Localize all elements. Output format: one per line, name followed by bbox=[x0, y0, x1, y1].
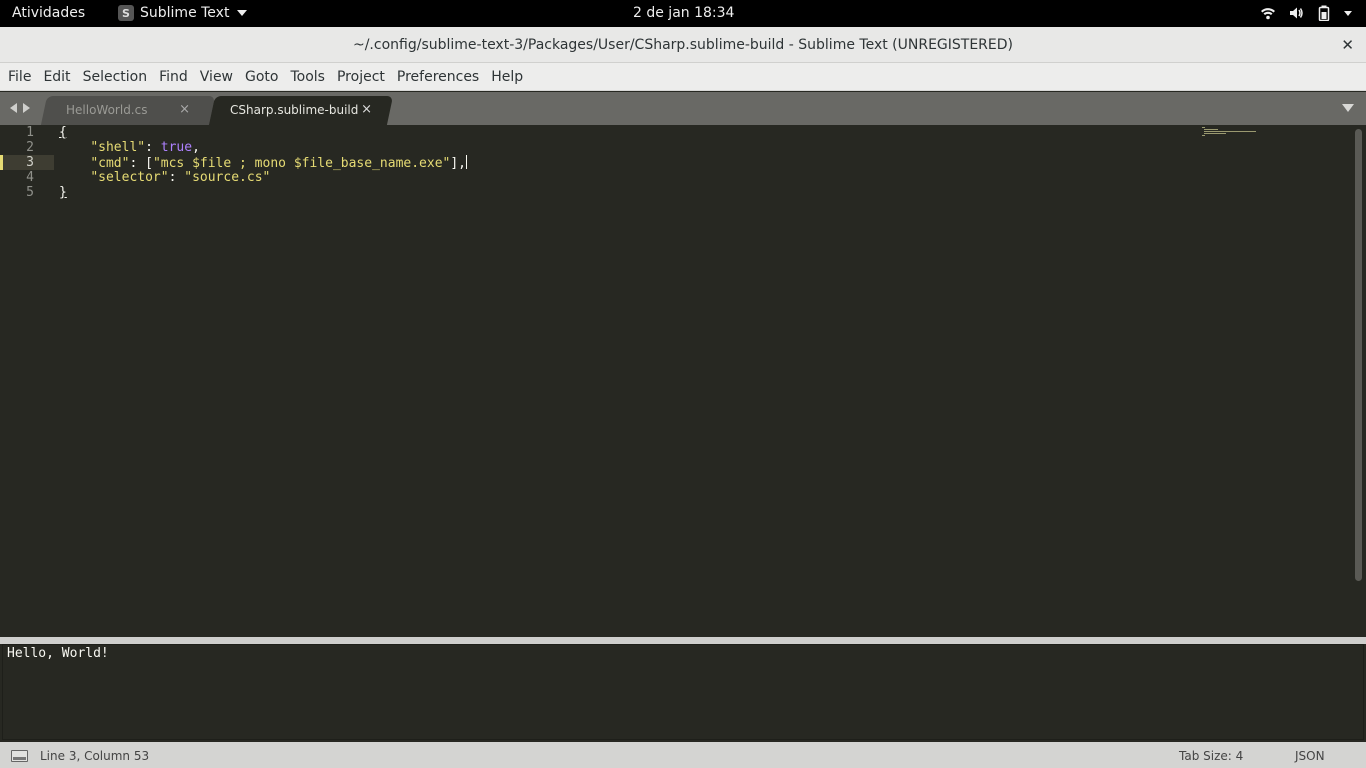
syntax-selector[interactable]: JSON bbox=[1295, 749, 1325, 763]
line-number-current: 3 bbox=[26, 155, 34, 170]
json-separator: : bbox=[145, 140, 161, 155]
tab-csharp-sublime-build[interactable]: CSharp.sublime-build × bbox=[208, 96, 394, 125]
minimap-line bbox=[1204, 133, 1226, 134]
menu-help[interactable]: Help bbox=[485, 63, 529, 91]
cursor-position: Line 3, Column 53 bbox=[40, 749, 150, 763]
chevron-down-icon bbox=[237, 10, 248, 16]
tab-label: HelloWorld.cs bbox=[66, 103, 148, 117]
json-key: "shell" bbox=[90, 140, 146, 155]
menu-goto[interactable]: Goto bbox=[239, 63, 284, 91]
battery-icon bbox=[1316, 5, 1332, 22]
line-number: 5 bbox=[26, 185, 34, 200]
close-tab-icon[interactable]: × bbox=[361, 102, 372, 117]
code-line-current: "cmd": ["mcs $file ; mono $file_base_nam… bbox=[59, 155, 468, 171]
line-number: 1 bbox=[26, 125, 34, 140]
menu-selection[interactable]: Selection bbox=[77, 63, 154, 91]
status-bar: Line 3, Column 53 Tab Size: 4 JSON bbox=[0, 742, 1366, 768]
json-separator: : [ bbox=[129, 156, 153, 171]
wifi-icon bbox=[1260, 5, 1276, 21]
minimap-line bbox=[1202, 127, 1205, 128]
window-title-bar: ~/.config/sublime-text-3/Packages/User/C… bbox=[0, 27, 1366, 63]
text-cursor bbox=[466, 155, 468, 169]
menu-edit[interactable]: Edit bbox=[37, 63, 76, 91]
minimap-line bbox=[1202, 135, 1205, 136]
window-title: ~/.config/sublime-text-3/Packages/User/C… bbox=[352, 37, 1013, 53]
menu-preferences[interactable]: Preferences bbox=[391, 63, 485, 91]
code-editor[interactable]: 1 2 3 4 5 { "shell": true, "cmd": ["mcs … bbox=[0, 125, 1366, 637]
tab-next-icon[interactable] bbox=[23, 103, 30, 113]
tab-prev-icon[interactable] bbox=[10, 103, 17, 113]
activities-button[interactable]: Atividades bbox=[12, 5, 85, 21]
build-output-panel[interactable]: Hello, World! bbox=[2, 644, 1364, 740]
modified-line-marker bbox=[0, 155, 3, 170]
close-window-button[interactable]: ✕ bbox=[1341, 36, 1354, 54]
app-menu[interactable]: S Sublime Text bbox=[118, 5, 248, 21]
tab-bar: HelloWorld.cs × CSharp.sublime-build × bbox=[0, 92, 1366, 125]
json-string: "mcs $file ; mono $file_base_name.exe" bbox=[152, 156, 451, 171]
system-top-bar: Atividades S Sublime Text 2 de jan 18:34 bbox=[0, 0, 1366, 27]
vertical-scrollbar[interactable] bbox=[1355, 129, 1362, 581]
app-menu-label: Sublime Text bbox=[140, 5, 230, 21]
line-number-gutter: 1 2 3 4 5 bbox=[0, 125, 54, 637]
clock[interactable]: 2 de jan 18:34 bbox=[633, 5, 734, 21]
code-line: } bbox=[59, 185, 67, 200]
json-key: "selector" bbox=[90, 170, 169, 185]
chevron-down-icon bbox=[1344, 10, 1352, 16]
sublime-text-icon: S bbox=[118, 5, 134, 21]
tab-size-selector[interactable]: Tab Size: 4 bbox=[1179, 749, 1243, 763]
tab-label: CSharp.sublime-build bbox=[230, 103, 359, 117]
menu-file[interactable]: File bbox=[2, 63, 37, 91]
panel-splitter[interactable] bbox=[0, 637, 1366, 644]
code-line: "shell": true, bbox=[59, 140, 200, 155]
system-tray[interactable] bbox=[1260, 5, 1352, 22]
json-punctuation: ], bbox=[450, 156, 467, 171]
tab-overflow-dropdown-icon[interactable] bbox=[1342, 104, 1354, 112]
json-constant: true bbox=[160, 140, 193, 155]
menu-find[interactable]: Find bbox=[153, 63, 194, 91]
line-number: 2 bbox=[26, 140, 34, 155]
build-output-text: Hello, World! bbox=[7, 646, 109, 661]
json-separator: : bbox=[168, 170, 185, 185]
json-string: "source.cs" bbox=[184, 170, 271, 185]
code-line: { bbox=[59, 125, 67, 140]
minimap-line bbox=[1204, 131, 1256, 132]
line-number: 4 bbox=[26, 170, 34, 185]
tab-helloworld-cs[interactable]: HelloWorld.cs × bbox=[40, 96, 216, 125]
close-brace: } bbox=[59, 185, 67, 200]
menu-tools[interactable]: Tools bbox=[284, 63, 331, 91]
code-line: "selector": "source.cs" bbox=[59, 170, 270, 185]
json-punctuation: , bbox=[192, 140, 200, 155]
minimap-line bbox=[1204, 129, 1218, 130]
menu-project[interactable]: Project bbox=[331, 63, 391, 91]
menu-view[interactable]: View bbox=[194, 63, 239, 91]
tab-navigation bbox=[10, 103, 30, 113]
open-brace: { bbox=[59, 125, 67, 140]
menu-bar: File Edit Selection Find View Goto Tools… bbox=[0, 63, 1366, 91]
volume-icon bbox=[1288, 5, 1304, 21]
json-key: "cmd" bbox=[90, 156, 130, 171]
minimap[interactable] bbox=[1200, 127, 1260, 137]
panel-toggle-icon[interactable] bbox=[11, 750, 28, 762]
close-tab-icon[interactable]: × bbox=[179, 102, 190, 117]
